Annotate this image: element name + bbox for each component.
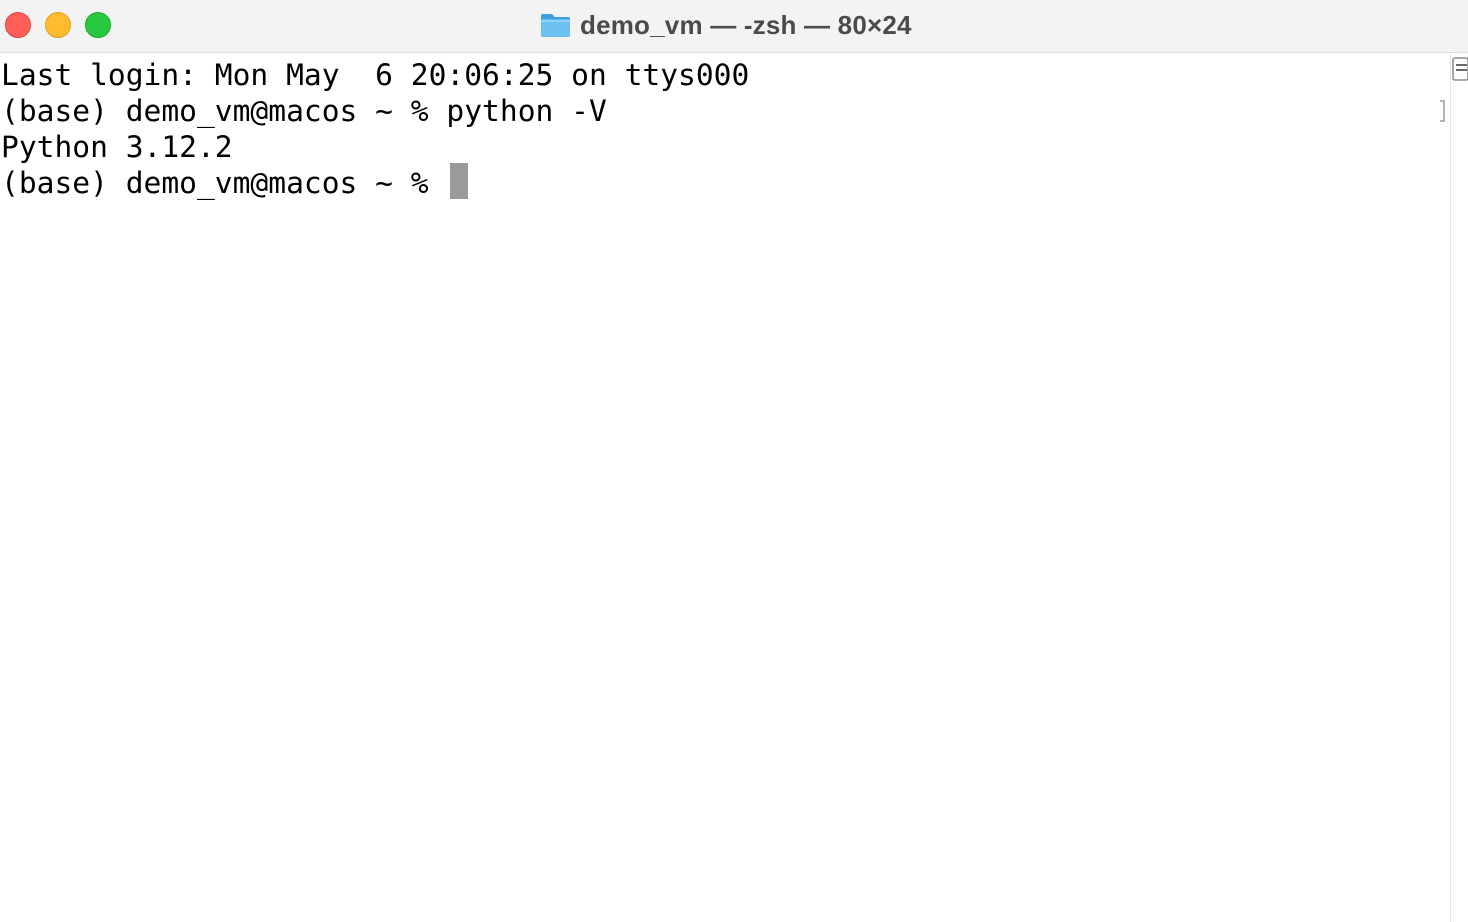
zoom-button[interactable] [85, 12, 111, 38]
close-button[interactable] [5, 12, 31, 38]
folder-icon [541, 14, 570, 37]
block-cursor [450, 163, 468, 199]
minimize-button[interactable] [45, 12, 71, 38]
terminal-line: Last login: Mon May 6 20:06:25 on ttys00… [1, 58, 750, 92]
terminal-line: (base) demo_vm@macos ~ % python -V [1, 94, 607, 128]
title-bar[interactable]: demo_vm — -zsh — 80×24 [0, 0, 1468, 53]
split-pane-icon[interactable] [1452, 57, 1468, 81]
terminal-window: demo_vm — -zsh — 80×24 Last login: Mon M… [0, 0, 1468, 922]
bookmark-bracket-icon [1440, 100, 1445, 122]
terminal-prompt-line: (base) demo_vm@macos ~ % [1, 166, 447, 200]
terminal-output[interactable]: Last login: Mon May 6 20:06:25 on ttys00… [0, 56, 1450, 922]
terminal-line: Python 3.12.2 [1, 130, 233, 164]
window-title-text: demo_vm — -zsh — 80×24 [580, 9, 912, 40]
window-title: demo_vm — -zsh — 80×24 [540, 0, 912, 50]
scroll-gutter[interactable] [1450, 54, 1468, 922]
